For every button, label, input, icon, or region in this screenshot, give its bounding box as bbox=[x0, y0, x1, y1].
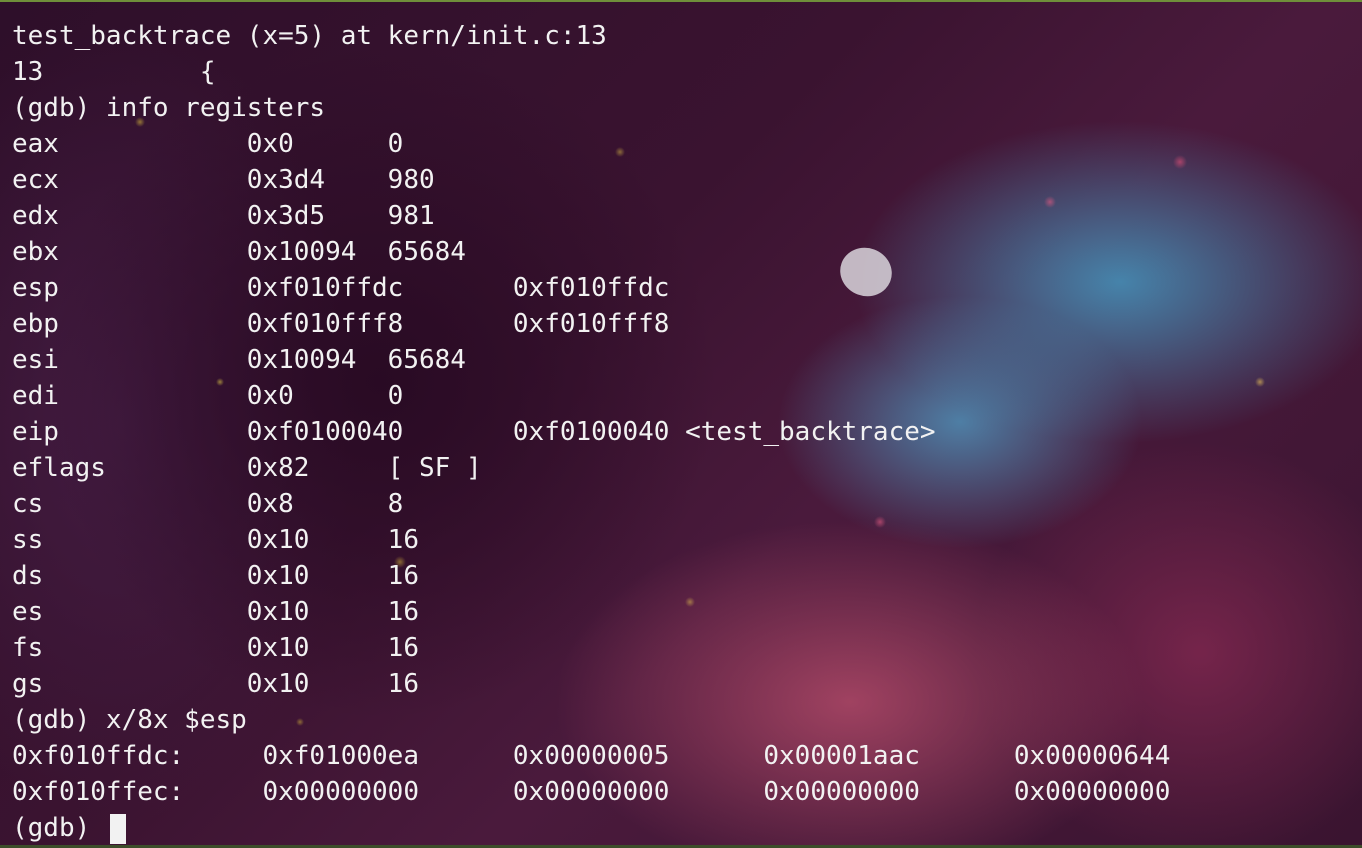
output-line: (gdb) x/8x $esp bbox=[12, 705, 247, 735]
register-row: eax 0x0 0 bbox=[12, 129, 404, 159]
register-row: esp 0xf010ffdc 0xf010ffdc bbox=[12, 273, 670, 303]
memory-dump-row: 0xf010ffec: 0x00000000 0x00000000 0x0000… bbox=[12, 777, 1171, 807]
register-row: es 0x10 16 bbox=[12, 597, 419, 627]
register-row: eip 0xf0100040 0xf0100040 <test_backtrac… bbox=[12, 417, 936, 447]
output-line: 13 { bbox=[12, 57, 216, 87]
register-row: fs 0x10 16 bbox=[12, 633, 419, 663]
register-row: edi 0x0 0 bbox=[12, 381, 404, 411]
text-cursor[interactable] bbox=[109, 813, 126, 844]
register-row: ds 0x10 16 bbox=[12, 561, 419, 591]
output-line: test_backtrace (x=5) at kern/init.c:13 bbox=[12, 21, 607, 51]
terminal-output: test_backtrace (x=5) at kern/init.c:13 1… bbox=[12, 18, 1171, 845]
register-row: ebx 0x10094 65684 bbox=[12, 237, 466, 267]
register-row: eflags 0x82 [ SF ] bbox=[12, 453, 482, 483]
register-row: ebp 0xf010fff8 0xf010fff8 bbox=[12, 309, 670, 339]
memory-dump-row: 0xf010ffdc: 0xf01000ea 0x00000005 0x0000… bbox=[12, 741, 1171, 771]
terminal-window[interactable]: test_backtrace (x=5) at kern/init.c:13 1… bbox=[0, 0, 1362, 848]
output-line: (gdb) info registers bbox=[12, 93, 326, 123]
register-row: ss 0x10 16 bbox=[12, 525, 419, 555]
register-row: esi 0x10094 65684 bbox=[12, 345, 466, 375]
register-row: edx 0x3d5 981 bbox=[12, 201, 435, 231]
register-row: ecx 0x3d4 980 bbox=[12, 165, 435, 195]
command-line[interactable]: (gdb) bbox=[12, 810, 1170, 845]
register-row: gs 0x10 16 bbox=[12, 669, 419, 699]
gdb-prompt: (gdb) bbox=[12, 813, 106, 843]
register-row: cs 0x8 8 bbox=[12, 489, 404, 519]
